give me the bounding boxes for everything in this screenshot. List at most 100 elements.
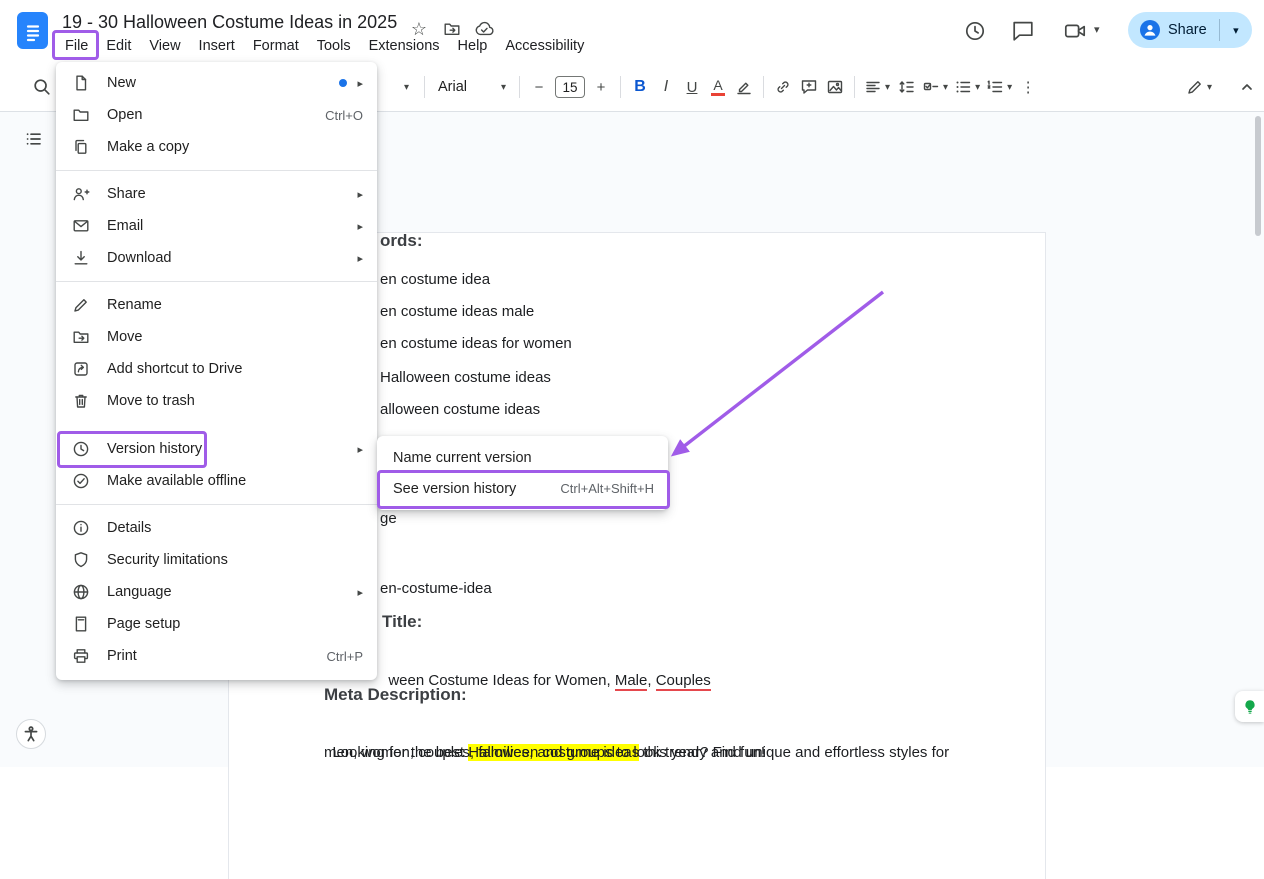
italic-button[interactable]: I (653, 72, 679, 102)
menu-item-label: Make a copy (107, 139, 363, 155)
highlight-color-button[interactable] (731, 72, 757, 102)
misspelled-word: Male (615, 672, 648, 691)
video-call-caret-icon[interactable]: ▾ (1094, 23, 1100, 36)
bold-button[interactable]: B (627, 72, 653, 102)
accessibility-person-icon (22, 725, 40, 743)
menu-file[interactable]: File (56, 35, 97, 57)
share-caret-icon[interactable]: ▾ (1220, 24, 1252, 37)
search-icon (32, 77, 52, 97)
version-history-icon[interactable] (960, 16, 990, 46)
submenu-arrow-icon: ▸ (357, 188, 363, 201)
history-clock-icon (72, 440, 90, 458)
menu-accessibility[interactable]: Accessibility (496, 35, 593, 57)
menu-item-page-setup[interactable]: Page setup (56, 608, 377, 640)
insert-link-button[interactable] (770, 72, 796, 102)
doc-text-line[interactable]: en costume idea (380, 270, 490, 290)
add-comment-button[interactable] (796, 72, 822, 102)
menu-item-label: Add shortcut to Drive (107, 361, 363, 377)
menu-bar: File Edit View Insert Format Tools Exten… (56, 35, 593, 57)
increase-font-size-button[interactable]: + (588, 72, 614, 102)
menu-item-move[interactable]: Move (56, 321, 377, 353)
menu-item-security-limitations[interactable]: Security limitations (56, 544, 377, 576)
menu-item-new[interactable]: New ▸ (56, 67, 377, 99)
video-call-icon[interactable] (1060, 16, 1090, 46)
menu-item-version-history[interactable]: Version history ▸ (56, 433, 377, 465)
doc-text-line[interactable]: alloween costume ideas (380, 400, 540, 420)
download-icon (72, 249, 90, 267)
menu-item-email[interactable]: Email ▸ (56, 210, 377, 242)
menu-item-move-to-trash[interactable]: Move to trash (56, 385, 377, 417)
menu-help[interactable]: Help (449, 35, 497, 57)
menu-item-name-current-version[interactable]: Name current version (377, 442, 668, 473)
google-docs-logo-icon[interactable] (17, 12, 48, 49)
toolbar-divider (519, 76, 520, 98)
menu-item-see-version-history[interactable]: See version history Ctrl+Alt+Shift+H (377, 473, 668, 504)
menu-item-label: Name current version (393, 450, 654, 466)
comments-icon[interactable] (1008, 16, 1038, 46)
checklist-button[interactable]: ▾ (919, 72, 951, 102)
shield-icon (72, 551, 90, 569)
doc-meta-line-2[interactable]: men, women, couples, families, and group… (324, 743, 765, 763)
editing-mode-button[interactable]: ▾ (1186, 72, 1212, 102)
menu-item-download[interactable]: Download ▸ (56, 242, 377, 274)
menu-item-make-available-offline[interactable]: Make available offline (56, 465, 377, 497)
share-button-label: Share (1168, 22, 1207, 38)
menu-item-label: Version history (107, 441, 347, 457)
vertical-scrollbar[interactable] (1255, 116, 1261, 236)
file-menu-dropdown: New ▸ Open Ctrl+O Make a copy Share ▸ Em… (56, 62, 377, 680)
menu-tools[interactable]: Tools (308, 35, 360, 57)
text-color-indicator (711, 93, 725, 96)
align-left-icon (864, 78, 882, 96)
menu-view[interactable]: View (140, 35, 189, 57)
insert-image-button[interactable] (822, 72, 848, 102)
share-button[interactable]: Share ▾ (1128, 12, 1252, 48)
menu-item-print[interactable]: Print Ctrl+P (56, 640, 377, 672)
line-spacing-button[interactable] (893, 72, 919, 102)
document-title[interactable]: 19 - 30 Halloween Costume Ideas in 2025 (62, 12, 397, 33)
doc-text-line[interactable]: Halloween costume ideas (380, 368, 551, 388)
minus-icon: − (535, 79, 544, 96)
underline-button[interactable]: U (679, 72, 705, 102)
menu-item-label: Move to trash (107, 393, 363, 409)
outline-icon (24, 129, 44, 149)
text-color-button[interactable]: A (705, 72, 731, 102)
menu-item-language[interactable]: Language ▸ (56, 576, 377, 608)
doc-text-line[interactable]: ge (380, 509, 397, 529)
suggestion-card[interactable] (1235, 691, 1264, 722)
doc-text-line[interactable]: en costume ideas for women (380, 334, 572, 354)
menu-item-details[interactable]: Details (56, 512, 377, 544)
menu-format[interactable]: Format (244, 35, 308, 57)
menu-item-shortcut: Ctrl+P (327, 649, 363, 664)
menu-extensions[interactable]: Extensions (360, 35, 449, 57)
align-button[interactable]: ▾ (861, 72, 893, 102)
decrease-font-size-button[interactable]: − (526, 72, 552, 102)
menu-edit[interactable]: Edit (97, 35, 140, 57)
doc-text-line[interactable]: en-costume-idea (380, 579, 492, 599)
submenu-arrow-icon: ▸ (357, 77, 363, 90)
doc-meta-description-heading[interactable]: Meta Description: (324, 685, 467, 705)
toolbar-divider (620, 76, 621, 98)
new-badge-dot (339, 79, 347, 87)
menu-item-share[interactable]: Share ▸ (56, 178, 377, 210)
hide-menus-button[interactable] (1238, 72, 1256, 102)
doc-text-line[interactable]: en costume ideas male (380, 302, 534, 322)
submenu-arrow-icon: ▸ (357, 586, 363, 599)
doc-title-heading-fragment[interactable]: Title: (382, 612, 422, 632)
menu-item-add-shortcut-to-drive[interactable]: Add shortcut to Drive (56, 353, 377, 385)
numbered-list-icon (986, 78, 1004, 96)
accessibility-button[interactable] (16, 719, 46, 749)
menu-item-make-a-copy[interactable]: Make a copy (56, 131, 377, 163)
menu-item-open[interactable]: Open Ctrl+O (56, 99, 377, 131)
more-options-button[interactable]: ⋮ (1015, 72, 1041, 102)
menu-item-label: Download (107, 250, 347, 266)
menu-item-rename[interactable]: Rename (56, 289, 377, 321)
font-family-select[interactable]: Arial ▾ (431, 72, 513, 102)
bulleted-list-button[interactable]: ▾ (951, 72, 983, 102)
info-icon (72, 519, 90, 537)
menu-insert[interactable]: Insert (190, 35, 244, 57)
font-size-input[interactable]: 15 (555, 76, 585, 98)
numbered-list-button[interactable]: ▾ (983, 72, 1015, 102)
doc-keywords-heading-fragment[interactable]: ords: (380, 231, 423, 251)
document-outline-button[interactable] (18, 123, 50, 155)
zoom-select-caret[interactable]: ▾ (392, 72, 418, 102)
